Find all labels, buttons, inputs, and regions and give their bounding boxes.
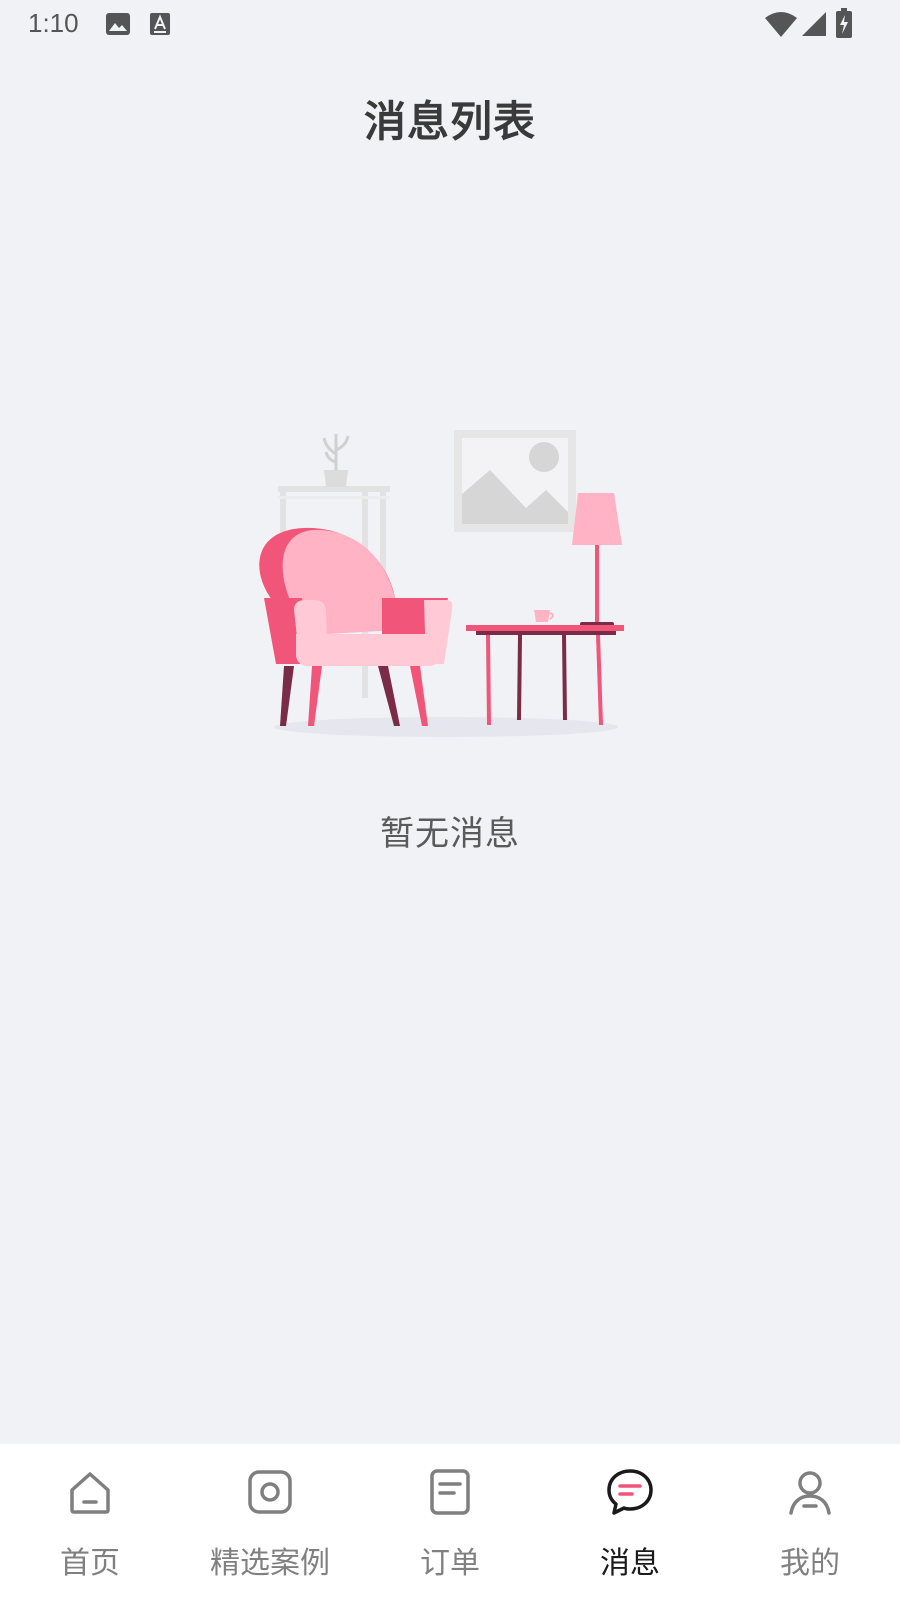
home-icon [70, 1472, 110, 1514]
battery-charging-icon [836, 8, 852, 38]
tab-profile-label: 我的 [780, 1546, 840, 1581]
tab-home-label: 首页 [60, 1546, 120, 1581]
signal-icon [802, 12, 826, 36]
image-icon [106, 13, 130, 35]
tab-orders[interactable]: 订单 [360, 1444, 540, 1600]
showcase-icon [248, 1470, 292, 1514]
empty-state-message: 暂无消息 [380, 814, 520, 854]
armchair [259, 527, 453, 726]
tab-home[interactable]: 首页 [0, 1444, 180, 1600]
plant [322, 434, 350, 487]
page-title: 消息列表 [363, 97, 536, 146]
tab-messages[interactable]: 消息 [540, 1444, 720, 1600]
tab-showcase-label: 精选案例 [210, 1546, 330, 1581]
picture-frame [454, 430, 576, 532]
wifi-icon [765, 12, 797, 37]
order-icon [430, 1469, 470, 1515]
status-time: 1:10 [28, 8, 79, 38]
floor-lamp [572, 493, 622, 628]
tab-messages-label: 消息 [600, 1546, 660, 1581]
text-a-icon [150, 13, 170, 35]
message-icon [607, 1469, 653, 1515]
status-bar: 1:10 [0, 0, 900, 50]
tab-orders-label: 订单 [420, 1546, 480, 1581]
profile-icon [789, 1471, 831, 1515]
tab-profile[interactable]: 我的 [720, 1444, 900, 1600]
bottom-tab-bar: 首页 精选案例 订单 消息 我的 [0, 1444, 900, 1600]
side-table [466, 610, 624, 725]
empty-state-illustration [259, 430, 624, 737]
tab-showcase[interactable]: 精选案例 [180, 1444, 360, 1600]
